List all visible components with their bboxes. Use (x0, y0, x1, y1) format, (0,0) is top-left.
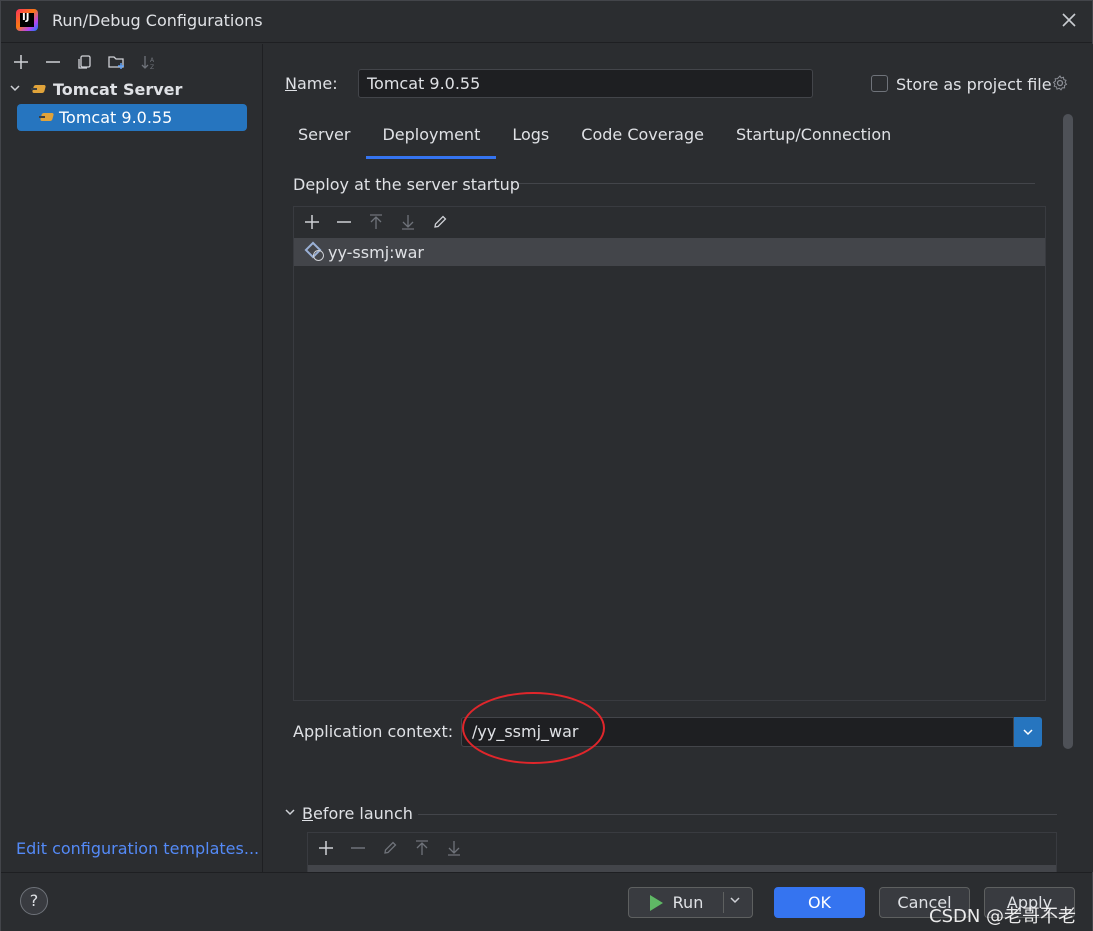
chevron-down-icon (1023, 729, 1033, 736)
dialog-button-bar: ? Run OK Cancel Apply CSDN @老哥不老 (1, 872, 1092, 931)
add-icon[interactable] (296, 208, 328, 236)
before-launch-mnemonic: B (302, 804, 313, 823)
chevron-down-icon[interactable] (284, 806, 300, 821)
sort-icon[interactable]: AZ (133, 48, 165, 76)
annotation-circle (462, 692, 605, 764)
help-button[interactable]: ? (20, 887, 48, 915)
window-title: Run/Debug Configurations (52, 11, 263, 30)
tree-group-tomcat-server[interactable]: Tomcat Server (9, 78, 182, 100)
svg-text:A: A (150, 57, 155, 64)
configurations-toolbar: AZ (5, 48, 165, 76)
tab-deployment[interactable]: Deployment (366, 119, 497, 159)
move-up-icon[interactable] (406, 834, 438, 862)
close-icon (1062, 13, 1076, 27)
split-divider (723, 892, 724, 913)
edit-templates-link[interactable]: Edit configuration templates... (16, 839, 259, 858)
close-button[interactable] (1056, 9, 1082, 35)
vertical-scrollbar[interactable] (1063, 114, 1073, 749)
tree-group-label: Tomcat Server (53, 79, 183, 99)
deployment-toolbar (294, 207, 1045, 237)
run-debug-dialog: IJ Run/Debug Configurations AZ Tomcat Se… (0, 0, 1093, 931)
intellij-logo-icon: IJ (16, 9, 38, 31)
add-icon[interactable] (5, 48, 37, 76)
before-launch-header[interactable]: Before launch (284, 804, 413, 823)
name-mnemonic: N (285, 74, 297, 93)
ok-button[interactable]: OK (774, 887, 865, 918)
watermark: CSDN @老哥不老 (929, 906, 1077, 927)
section-divider (519, 183, 1035, 184)
chevron-down-icon[interactable] (729, 894, 741, 909)
remove-icon[interactable] (342, 834, 374, 862)
play-icon (649, 894, 663, 911)
move-down-icon[interactable] (438, 834, 470, 862)
list-item[interactable]: yy-ssmj:war (294, 238, 1045, 266)
before-launch-label-rest: efore launch (312, 804, 413, 823)
configuration-editor: Name: Tomcat 9.0.55 Store as project fil… (264, 44, 1093, 873)
folder-add-icon[interactable] (101, 48, 133, 76)
remove-icon[interactable] (328, 208, 360, 236)
tomcat-icon (39, 110, 55, 124)
move-down-icon[interactable] (392, 208, 424, 236)
tree-item-label: Tomcat 9.0.55 (59, 108, 173, 127)
tomcat-icon (31, 82, 47, 96)
chevron-down-icon[interactable] (9, 82, 25, 97)
run-label: Run (672, 893, 704, 912)
application-context-label: Application context: (293, 722, 454, 741)
name-label-rest: ame: (296, 74, 338, 93)
configurations-panel: AZ Tomcat Server Tomcat 9.0.55 Edit conf… (1, 44, 263, 872)
name-label: Name: (285, 74, 338, 93)
before-launch-toolbar (308, 833, 1056, 863)
before-launch-list (307, 832, 1057, 873)
section-divider (418, 814, 1057, 815)
logo-text: IJ (22, 12, 30, 23)
store-as-project-file-label[interactable]: Store as project file (896, 75, 1052, 94)
context-dropdown-button[interactable] (1014, 717, 1042, 747)
tab-startup-connection[interactable]: Startup/Connection (720, 119, 907, 159)
remove-icon[interactable] (37, 48, 69, 76)
gear-icon[interactable] (1052, 75, 1068, 95)
deployment-list: yy-ssmj:war (293, 206, 1046, 701)
copy-icon[interactable] (69, 48, 101, 76)
tab-logs[interactable]: Logs (496, 119, 565, 159)
title-bar: IJ Run/Debug Configurations (1, 1, 1092, 43)
add-icon[interactable] (310, 834, 342, 862)
tab-server[interactable]: Server (282, 119, 366, 159)
tab-code-coverage[interactable]: Code Coverage (565, 119, 720, 159)
before-launch-label: Before launch (302, 804, 413, 823)
edit-pencil-icon[interactable] (424, 208, 456, 236)
move-up-icon[interactable] (360, 208, 392, 236)
name-field[interactable]: Tomcat 9.0.55 (358, 69, 813, 98)
tree-item-tomcat-config[interactable]: Tomcat 9.0.55 (17, 104, 247, 131)
edit-pencil-icon[interactable] (374, 834, 406, 862)
war-artifact-icon (306, 243, 324, 261)
store-as-project-file-checkbox[interactable] (871, 75, 888, 92)
deploy-section-title: Deploy at the server startup (293, 175, 520, 194)
config-tabs: Server Deployment Logs Code Coverage Sta… (282, 119, 907, 159)
run-button[interactable]: Run (628, 887, 753, 918)
artifact-label: yy-ssmj:war (328, 242, 424, 262)
svg-text:Z: Z (150, 64, 154, 70)
